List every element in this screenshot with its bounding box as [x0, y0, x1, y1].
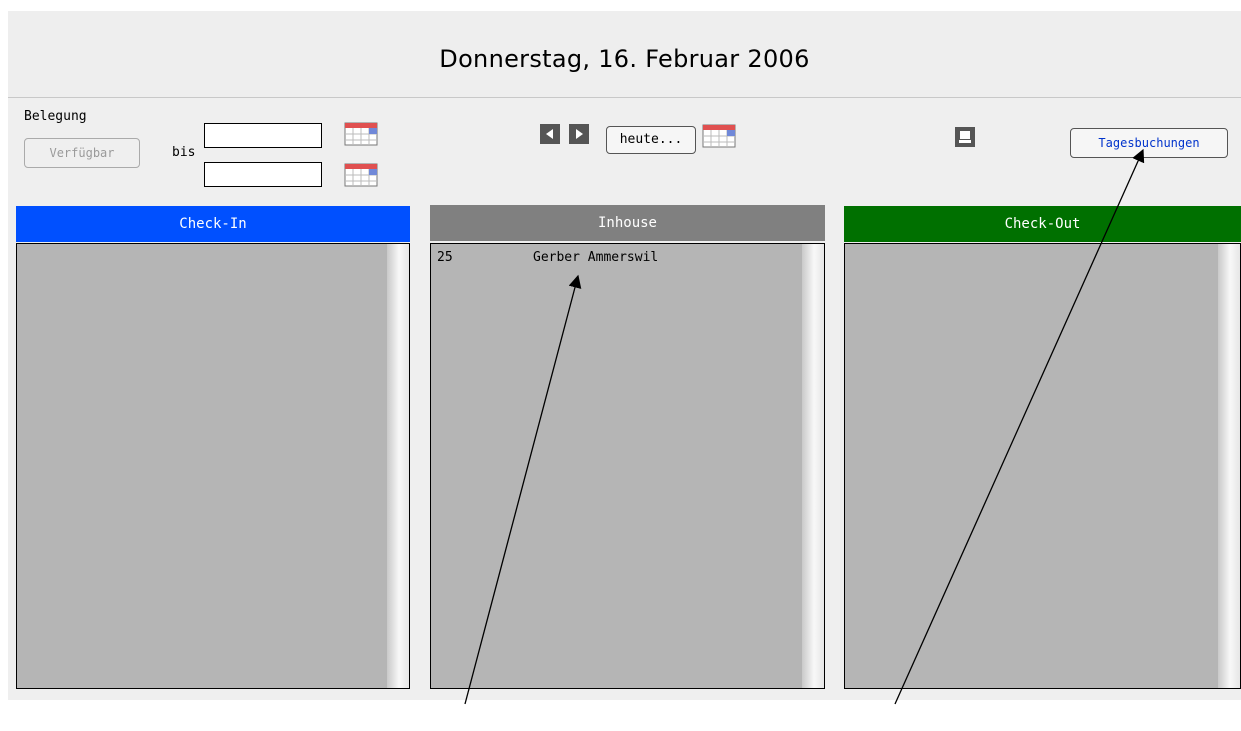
date-to-field[interactable] — [204, 162, 322, 187]
checkin-list[interactable] — [16, 243, 410, 689]
previous-day-button[interactable] — [540, 124, 560, 144]
page-title: Donnerstag, 16. Februar 2006 — [439, 45, 810, 73]
next-day-button[interactable] — [569, 124, 589, 144]
calendar-icon[interactable] — [344, 122, 378, 146]
scrollbar[interactable] — [1218, 244, 1240, 688]
scrollbar[interactable] — [387, 244, 409, 688]
print-icon[interactable] — [955, 127, 975, 147]
date-from-field[interactable] — [204, 123, 322, 148]
list-item[interactable]: 25 Gerber Ammerswil — [437, 250, 658, 265]
title-bar: Donnerstag, 16. Februar 2006 — [8, 11, 1241, 98]
scrollbar[interactable] — [802, 244, 824, 688]
available-button[interactable]: Verfügbar — [24, 138, 140, 168]
calendar-icon[interactable] — [702, 124, 736, 148]
room-number: 25 — [437, 250, 453, 265]
calendar-icon[interactable] — [344, 163, 378, 187]
daily-bookings-button[interactable]: Tagesbuchungen — [1070, 128, 1228, 158]
guest-name: Gerber Ammerswil — [533, 250, 659, 265]
checkout-list[interactable] — [844, 243, 1241, 689]
checkout-header: Check-Out — [844, 206, 1241, 242]
checkin-header: Check-In — [16, 206, 410, 242]
inhouse-list[interactable]: 25 Gerber Ammerswil — [430, 243, 825, 689]
today-button[interactable]: heute... — [606, 126, 696, 154]
occupancy-label: Belegung — [24, 109, 87, 124]
to-label: bis — [172, 145, 196, 160]
inhouse-header: Inhouse — [430, 205, 825, 241]
